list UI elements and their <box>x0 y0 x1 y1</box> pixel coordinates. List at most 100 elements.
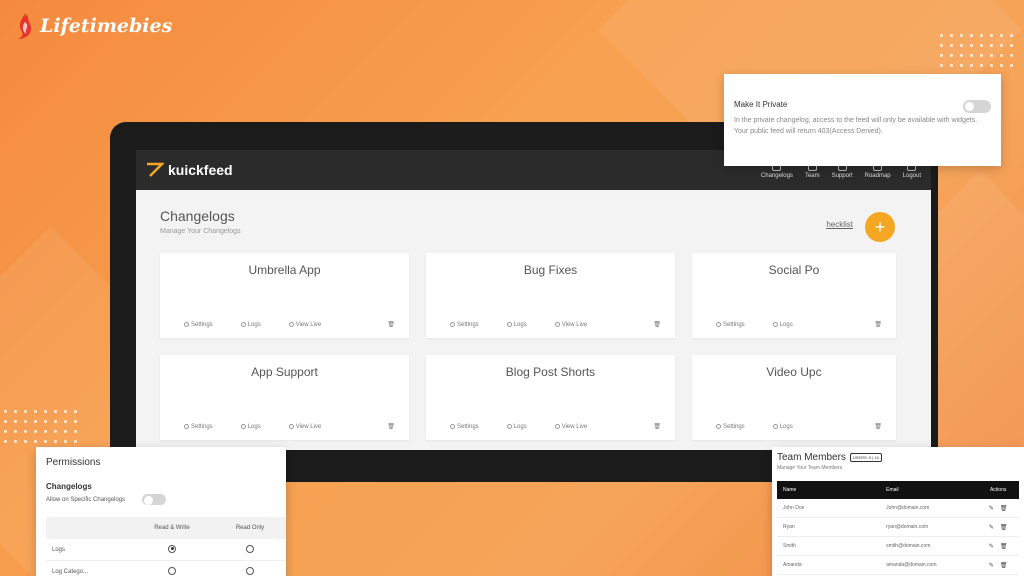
logs-link[interactable]: Logs <box>240 321 261 328</box>
bolt-icon <box>288 424 294 429</box>
edit-icon[interactable]: ✎ <box>989 505 994 512</box>
logs-link[interactable]: Logs <box>506 321 527 328</box>
column-header: Name <box>783 487 797 493</box>
member-name: Ryan <box>783 524 795 530</box>
card-actions: Settings Logs 🗑 <box>716 423 882 430</box>
brand-name: Lifetimebies <box>40 15 173 37</box>
action-label: Logs <box>779 321 793 328</box>
edit-icon[interactable]: ✎ <box>989 562 994 569</box>
gear-icon <box>184 322 189 327</box>
settings-link[interactable]: Settings <box>450 322 479 328</box>
bolt-icon <box>554 322 560 327</box>
read-only-radio[interactable] <box>246 566 254 575</box>
card-title: App Support <box>251 365 318 379</box>
settings-link[interactable]: Settings <box>184 424 213 430</box>
nav-label: Team <box>804 172 820 179</box>
card-actions: Settings Logs View Live 🗑 <box>184 321 395 328</box>
changelog-card[interactable]: App Support Settings Logs View Live 🗑 <box>160 355 409 440</box>
action-label: Logs <box>513 423 527 430</box>
trash-icon[interactable]: 🗑 <box>874 321 882 328</box>
changelog-card[interactable]: Video Upc Settings Logs 🗑 <box>692 355 896 440</box>
brand-logo: Lifetimebies <box>16 12 172 40</box>
action-label: Logs <box>513 321 527 328</box>
team-table: Name Email Actions John Doe John@domain.… <box>777 481 1019 575</box>
make-private-panel: Make It Private In the private changelog… <box>724 74 1001 166</box>
trash-icon[interactable]: 🗑 <box>874 423 882 430</box>
permissions-subtitle: Changelogs <box>46 482 92 491</box>
action-label: Settings <box>191 423 213 430</box>
action-label: View Live <box>561 321 588 328</box>
main-content: Changelogs Manage Your Changelogs heckli… <box>136 190 931 450</box>
card-actions: Settings Logs View Live 🗑 <box>450 423 661 430</box>
member-email: ryan@domain.com <box>886 524 929 530</box>
logs-link[interactable]: Logs <box>772 424 793 430</box>
trash-icon[interactable]: 🗑 <box>387 321 395 328</box>
view-live-link[interactable]: View Live <box>288 424 321 430</box>
trash-icon[interactable]: 🗑 <box>1000 543 1008 550</box>
page-subtitle: Manage Your Changelogs <box>160 228 241 235</box>
settings-link[interactable]: Settings <box>184 322 213 328</box>
nav-label: Roadmap <box>864 172 891 179</box>
view-live-link[interactable]: View Live <box>554 423 588 430</box>
logs-icon <box>240 424 246 429</box>
action-label: Settings <box>191 321 213 328</box>
gear-icon <box>184 424 189 429</box>
logs-link[interactable]: Logs <box>240 424 261 430</box>
checklist-link[interactable]: hecklist <box>826 220 853 229</box>
edit-icon[interactable]: ✎ <box>989 543 994 550</box>
changelog-card[interactable]: Social Po Settings Logs 🗑 <box>692 253 896 338</box>
trash-icon[interactable]: 🗑 <box>1000 524 1008 531</box>
app-logo-text: kuickfeed <box>168 162 233 178</box>
add-changelog-button[interactable]: + <box>865 212 895 242</box>
row-label: Logs <box>52 546 66 553</box>
changelog-card[interactable]: Blog Post Shorts Settings Logs View Live… <box>426 355 675 440</box>
card-actions: Settings Logs View Live 🗑 <box>450 321 661 328</box>
gear-icon <box>716 424 721 429</box>
action-label: View Live <box>295 321 322 328</box>
table-header: Read & Write Read Only <box>46 517 286 539</box>
nav-label: Changelogs <box>760 172 793 179</box>
view-live-link[interactable]: View Live <box>554 321 588 328</box>
team-title: Team Members <box>777 452 846 463</box>
trash-icon[interactable]: 🗑 <box>1000 505 1008 512</box>
logs-link[interactable]: Logs <box>506 423 527 430</box>
table-row: Ryan ryan@domain.com ✎ 🗑 <box>777 518 1019 537</box>
trash-icon[interactable]: 🗑 <box>653 423 661 430</box>
table-row: John Doe John@domain.com ✎ 🗑 <box>777 499 1019 518</box>
view-live-link[interactable]: View Live <box>288 321 322 328</box>
action-label: Settings <box>457 423 479 430</box>
logs-icon <box>240 322 246 327</box>
private-title: Make It Private <box>734 100 788 109</box>
table-row: Logs <box>46 539 286 561</box>
allow-label: Allow on Specific Changelogs <box>46 497 126 503</box>
read-only-radio[interactable] <box>246 544 254 553</box>
trash-icon[interactable]: 🗑 <box>387 423 395 430</box>
trash-icon[interactable]: 🗑 <box>653 321 661 328</box>
logs-icon <box>772 322 778 327</box>
changelog-card[interactable]: Bug Fixes Settings Logs View Live 🗑 <box>426 253 675 338</box>
card-title: Umbrella App <box>248 263 321 277</box>
action-label: View Live <box>561 423 588 430</box>
changelog-card[interactable]: Umbrella App Settings Logs View Live 🗑 <box>160 253 409 338</box>
permissions-title: Permissions <box>46 457 101 468</box>
logs-icon <box>506 322 512 327</box>
action-label: Logs <box>247 321 261 328</box>
app-screen: kuickfeed Changelogs Team Support Roadma… <box>136 150 931 450</box>
private-toggle[interactable] <box>963 100 991 113</box>
settings-link[interactable]: Settings <box>450 424 479 430</box>
nav-label: Support <box>831 172 853 179</box>
logs-link[interactable]: Logs <box>772 321 793 328</box>
allow-toggle[interactable] <box>142 494 166 505</box>
read-write-radio[interactable] <box>168 566 176 575</box>
gear-icon <box>450 322 455 327</box>
bolt-icon <box>554 424 560 429</box>
settings-link[interactable]: Settings <box>716 322 745 328</box>
read-write-radio[interactable] <box>168 544 176 553</box>
table-row: Smith smith@domain.com ✎ 🗑 <box>777 537 1019 556</box>
settings-link[interactable]: Settings <box>716 424 745 430</box>
kuickfeed-logo[interactable]: kuickfeed <box>146 162 233 178</box>
edit-icon[interactable]: ✎ <box>989 524 994 531</box>
trash-icon[interactable]: 🗑 <box>1000 562 1008 569</box>
member-email: John@domain.com <box>886 505 930 511</box>
table-row: Amanda amanda@domain.com ✎ 🗑 <box>777 556 1019 575</box>
